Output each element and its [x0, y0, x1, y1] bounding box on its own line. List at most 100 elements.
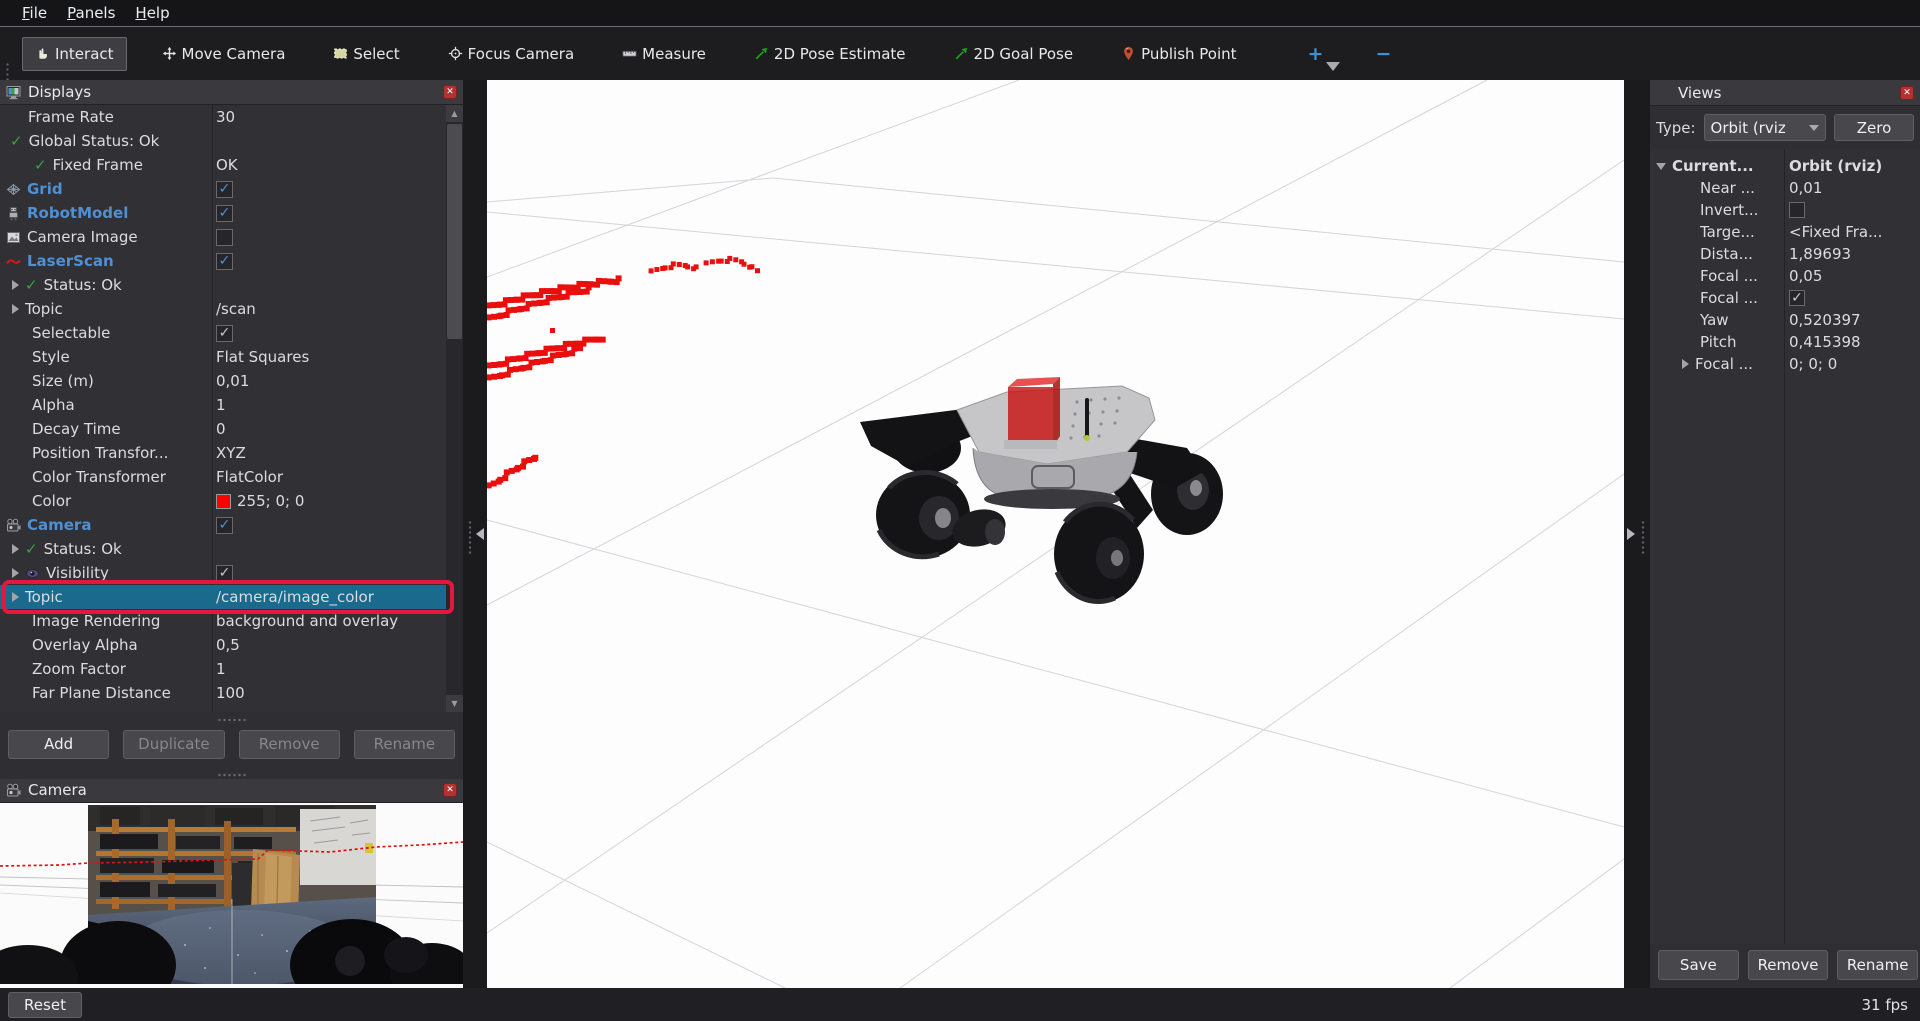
- views-save-button[interactable]: Save: [1658, 950, 1739, 980]
- row-value[interactable]: 0,01: [212, 372, 463, 390]
- display-row-color-transformer[interactable]: Color TransformerFlatColor: [0, 465, 463, 489]
- tool-2d-pose-estimate[interactable]: 2D Pose Estimate: [741, 37, 919, 71]
- tool-move-camera[interactable]: Move Camera: [149, 37, 299, 71]
- row-value[interactable]: 1,89693: [1784, 245, 1920, 263]
- display-row-status-ok[interactable]: ✓Status: Ok: [0, 273, 463, 297]
- row-value[interactable]: 0,415398: [1784, 333, 1920, 351]
- row-value[interactable]: /camera/image_color: [212, 588, 463, 606]
- expander-collapsed-icon[interactable]: [12, 544, 19, 554]
- rename-button[interactable]: Rename: [354, 730, 455, 759]
- color-swatch[interactable]: [216, 494, 231, 509]
- camera-panel-close-icon[interactable]: ✕: [443, 783, 457, 797]
- checkbox-checked[interactable]: ✓: [216, 565, 233, 582]
- display-row-grid[interactable]: Grid✓: [0, 177, 463, 201]
- row-value[interactable]: 0,520397: [1784, 311, 1920, 329]
- remove-tool-button[interactable]: −: [1367, 41, 1399, 67]
- splitter-grip[interactable]: [1641, 520, 1645, 554]
- toolbar-overflow-caret-icon[interactable]: [1326, 62, 1340, 71]
- row-value[interactable]: 255; 0; 0: [212, 492, 463, 510]
- tool-measure[interactable]: Measure: [609, 37, 719, 71]
- checkbox-unchecked[interactable]: [216, 229, 233, 246]
- row-value[interactable]: 0: [212, 420, 463, 438]
- views-row-focal-[interactable]: Focal ...0; 0; 0: [1650, 353, 1920, 375]
- expander-collapsed-icon[interactable]: [12, 304, 19, 314]
- checkbox-checked[interactable]: ✓: [216, 517, 233, 534]
- collapse-right-icon[interactable]: [1627, 528, 1635, 540]
- display-row-far-plane-distance[interactable]: Far Plane Distance100: [0, 681, 463, 705]
- views-row-focal-[interactable]: Focal ...0,05: [1650, 265, 1920, 287]
- views-row-current-[interactable]: Current...Orbit (rviz): [1650, 155, 1920, 177]
- display-row-visibility[interactable]: Visibility✓: [0, 561, 463, 585]
- camera-panel-header[interactable]: Camera ✕: [0, 779, 463, 803]
- display-row-laserscan[interactable]: LaserScan✓: [0, 249, 463, 273]
- row-value[interactable]: 1: [212, 396, 463, 414]
- tool-2d-goal-pose[interactable]: 2D Goal Pose: [941, 37, 1087, 71]
- reset-button[interactable]: Reset: [8, 992, 82, 1018]
- checkbox-checked[interactable]: ✓: [216, 205, 233, 222]
- row-value[interactable]: ✓: [212, 205, 463, 222]
- display-row-status-ok[interactable]: ✓Status: Ok: [0, 537, 463, 561]
- menu-file[interactable]: File: [12, 2, 57, 24]
- add-button[interactable]: Add: [8, 730, 109, 759]
- views-row-invert-[interactable]: Invert...: [1650, 199, 1920, 221]
- 3d-viewport[interactable]: [487, 80, 1624, 988]
- checkbox-checked[interactable]: ✓: [216, 253, 233, 270]
- display-row-color[interactable]: Color255; 0; 0: [0, 489, 463, 513]
- display-row-topic[interactable]: Topic/camera/image_color: [0, 585, 463, 609]
- display-row-style[interactable]: StyleFlat Squares: [0, 345, 463, 369]
- row-value[interactable]: ✓: [1784, 290, 1920, 306]
- menu-help[interactable]: Help: [125, 2, 179, 24]
- display-row-size-m-[interactable]: Size (m)0,01: [0, 369, 463, 393]
- displays-panel-header[interactable]: Displays ✕: [0, 80, 463, 105]
- display-row-fixed-frame[interactable]: ✓Fixed FrameOK: [0, 153, 463, 177]
- views-row-targe-[interactable]: Targe...<Fixed Fra...: [1650, 221, 1920, 243]
- expander-expanded-icon[interactable]: [1656, 163, 1666, 170]
- display-row-global-status-ok[interactable]: ✓Global Status: Ok: [0, 129, 463, 153]
- row-value[interactable]: OK: [212, 156, 463, 174]
- row-value[interactable]: 0; 0; 0: [1784, 355, 1920, 373]
- row-value[interactable]: ✓: [212, 325, 463, 342]
- view-type-dropdown[interactable]: Orbit (rviz: [1704, 114, 1826, 141]
- row-value[interactable]: ✓: [212, 517, 463, 534]
- tool-interact[interactable]: Interact: [22, 37, 127, 71]
- row-value[interactable]: Orbit (rviz): [1784, 157, 1920, 175]
- display-row-topic[interactable]: Topic/scan: [0, 297, 463, 321]
- row-value[interactable]: 0,05: [1784, 267, 1920, 285]
- display-row-overlay-alpha[interactable]: Overlay Alpha0,5: [0, 633, 463, 657]
- display-row-selectable[interactable]: Selectable✓: [0, 321, 463, 345]
- row-value[interactable]: background and overlay: [212, 612, 463, 630]
- displays-scrollbar[interactable]: ▲ ▼: [446, 105, 463, 712]
- display-row-zoom-factor[interactable]: Zoom Factor1: [0, 657, 463, 681]
- views-rename-button[interactable]: Rename: [1837, 950, 1918, 980]
- display-row-robotmodel[interactable]: RobotModel✓: [0, 201, 463, 225]
- views-panel-header[interactable]: Views ✕: [1650, 80, 1920, 106]
- tool-select[interactable]: Select: [320, 37, 412, 71]
- panel-splitter-left[interactable]: [463, 80, 487, 988]
- row-value[interactable]: [212, 229, 463, 246]
- scrollbar-thumb[interactable]: [447, 124, 462, 339]
- checkbox-checked[interactable]: ✓: [1789, 290, 1805, 306]
- row-value[interactable]: 30: [212, 108, 463, 126]
- zero-button[interactable]: Zero: [1834, 114, 1914, 141]
- display-row-frame-rate[interactable]: Frame Rate30: [0, 105, 463, 129]
- views-row-near-[interactable]: Near ...0,01: [1650, 177, 1920, 199]
- expander-collapsed-icon[interactable]: [12, 568, 19, 578]
- row-value[interactable]: FlatColor: [212, 468, 463, 486]
- row-value[interactable]: ✓: [212, 253, 463, 270]
- display-row-camera-image[interactable]: Camera Image: [0, 225, 463, 249]
- scroll-down-icon[interactable]: ▼: [446, 695, 463, 712]
- row-value[interactable]: /scan: [212, 300, 463, 318]
- row-value[interactable]: ✓: [212, 565, 463, 582]
- row-value[interactable]: 1: [212, 660, 463, 678]
- views-row-dista-[interactable]: Dista...1,89693: [1650, 243, 1920, 265]
- scroll-up-icon[interactable]: ▲: [446, 105, 463, 122]
- expander-collapsed-icon[interactable]: [1682, 359, 1689, 369]
- views-remove-button[interactable]: Remove: [1748, 950, 1829, 980]
- splitter-handle[interactable]: [0, 712, 463, 727]
- display-row-position-transfor-[interactable]: Position Transfor...XYZ: [0, 441, 463, 465]
- views-row-yaw[interactable]: Yaw0,520397: [1650, 309, 1920, 331]
- checkbox-checked[interactable]: ✓: [216, 181, 233, 198]
- expander-collapsed-icon[interactable]: [12, 280, 19, 290]
- views-row-pitch[interactable]: Pitch0,415398: [1650, 331, 1920, 353]
- views-row-focal-[interactable]: Focal ...✓: [1650, 287, 1920, 309]
